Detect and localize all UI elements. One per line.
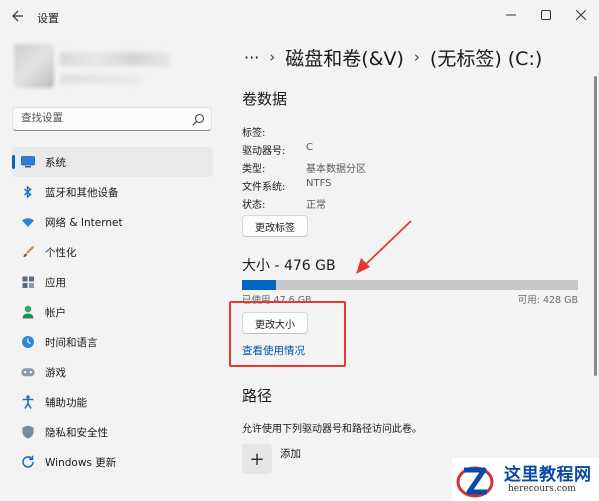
free-space-text: 可用: 428 GB bbox=[517, 295, 578, 306]
back-button[interactable] bbox=[8, 6, 28, 26]
user-email-blurred bbox=[60, 74, 140, 84]
gamepad-icon bbox=[21, 365, 35, 379]
path-section-title: 路径 bbox=[242, 387, 273, 405]
back-arrow-icon bbox=[12, 10, 23, 22]
sidebar-item-accounts[interactable]: 帐户 bbox=[12, 297, 213, 327]
filesystem-prop-label: 文件系统: bbox=[242, 182, 286, 193]
search-input[interactable] bbox=[21, 112, 191, 124]
type-prop-value: 基本数据分区 bbox=[306, 164, 366, 175]
breadcrumb-ellipsis[interactable]: ··· bbox=[244, 48, 259, 67]
drive-letter-prop-label: 驱动器号: bbox=[242, 146, 286, 157]
sidebar-item-label: 应用 bbox=[45, 276, 66, 289]
avatar[interactable] bbox=[14, 44, 54, 88]
status-prop-value: 正常 bbox=[306, 200, 326, 211]
wifi-icon bbox=[21, 215, 35, 229]
path-description: 允许使用下列驱动器号和路径访问此卷。 bbox=[242, 424, 422, 435]
globe-clock-icon bbox=[21, 335, 35, 349]
sidebar-item-network[interactable]: 网络 & Internet bbox=[12, 207, 213, 237]
watermark-subtitle: herecours.com bbox=[508, 484, 576, 494]
monitor-icon bbox=[21, 155, 35, 169]
label-prop-label: 标签: bbox=[242, 128, 266, 139]
page-title: (无标签) (C:) bbox=[429, 47, 543, 70]
add-path-label: 添加 bbox=[280, 448, 301, 460]
size-title: 大小 - 476 GB bbox=[242, 258, 336, 274]
sidebar-item-label: 网络 & Internet bbox=[45, 216, 123, 229]
sidebar-item-bluetooth[interactable]: 蓝牙和其他设备 bbox=[12, 177, 213, 207]
update-icon bbox=[21, 455, 35, 469]
watermark: 这里教程网 herecours.com bbox=[452, 458, 599, 501]
search-box[interactable] bbox=[12, 107, 212, 131]
watermark-title: 这里教程网 bbox=[504, 465, 592, 485]
sidebar-item-system[interactable]: 系统 bbox=[12, 147, 213, 177]
add-path-button[interactable]: + bbox=[242, 444, 272, 474]
bluetooth-icon bbox=[21, 185, 35, 199]
title-bar: 设置 bbox=[0, 0, 599, 32]
sidebar-item-accessibility[interactable]: 辅助功能 bbox=[12, 387, 213, 417]
maximize-icon bbox=[541, 10, 551, 20]
annotation-highlight-box bbox=[229, 301, 346, 367]
shield-icon bbox=[21, 425, 35, 439]
close-button[interactable] bbox=[570, 4, 592, 26]
minimize-button[interactable] bbox=[500, 4, 522, 26]
sidebar-item-label: 蓝牙和其他设备 bbox=[45, 186, 119, 199]
status-prop-label: 状态: bbox=[242, 200, 266, 211]
filesystem-prop-value: NTFS bbox=[306, 178, 332, 189]
drive-letter-prop-value: C bbox=[306, 142, 313, 153]
sidebar-item-windows-update[interactable]: Windows 更新 bbox=[12, 447, 213, 477]
plus-icon: + bbox=[249, 448, 265, 470]
sidebar-item-privacy[interactable]: 隐私和安全性 bbox=[12, 417, 213, 447]
sidebar: 系统 蓝牙和其他设备 网络 & Internet 个性化 应用 bbox=[0, 32, 226, 501]
nav-list: 系统 蓝牙和其他设备 网络 & Internet 个性化 应用 帐户 时间和语言… bbox=[12, 147, 213, 477]
breadcrumb-parent[interactable]: 磁盘和卷(&V) bbox=[285, 44, 404, 71]
sidebar-item-label: Windows 更新 bbox=[45, 456, 117, 469]
sidebar-item-personalization[interactable]: 个性化 bbox=[12, 237, 213, 267]
accessibility-icon bbox=[21, 395, 35, 409]
sidebar-item-label: 个性化 bbox=[45, 246, 77, 259]
sidebar-item-gaming[interactable]: 游戏 bbox=[12, 357, 213, 387]
usage-bar-fill bbox=[242, 280, 276, 290]
volume-section-title: 卷数据 bbox=[242, 90, 288, 108]
sidebar-item-label: 辅助功能 bbox=[45, 396, 87, 409]
brush-icon bbox=[21, 245, 35, 259]
chevron-right-icon: › bbox=[413, 48, 420, 66]
close-icon bbox=[576, 10, 586, 20]
sidebar-item-label: 帐户 bbox=[45, 306, 66, 319]
type-prop-label: 类型: bbox=[242, 164, 266, 175]
breadcrumb: ··· › 磁盘和卷(&V) › (无标签) (C:) bbox=[244, 42, 542, 72]
change-label-button[interactable]: 更改标签 bbox=[242, 215, 308, 237]
scrollbar[interactable] bbox=[594, 76, 597, 376]
sidebar-item-time-language[interactable]: 时间和语言 bbox=[12, 327, 213, 357]
app-title: 设置 bbox=[37, 12, 59, 25]
usage-bar bbox=[242, 280, 578, 290]
main-content: ··· › 磁盘和卷(&V) › (无标签) (C:) 卷数据 标签: 驱动器号… bbox=[226, 32, 599, 501]
chevron-right-icon: › bbox=[269, 48, 276, 66]
sidebar-item-label: 游戏 bbox=[45, 366, 66, 379]
maximize-button[interactable] bbox=[535, 4, 557, 26]
person-icon bbox=[21, 305, 35, 319]
sidebar-item-label: 隐私和安全性 bbox=[45, 426, 108, 439]
watermark-logo-icon bbox=[456, 466, 494, 498]
search-icon[interactable] bbox=[192, 113, 205, 126]
sidebar-item-label: 系统 bbox=[45, 156, 66, 169]
sidebar-item-label: 时间和语言 bbox=[45, 336, 98, 349]
user-name-blurred bbox=[60, 52, 170, 66]
apps-icon bbox=[21, 275, 35, 289]
sidebar-item-apps[interactable]: 应用 bbox=[12, 267, 213, 297]
minimize-icon bbox=[506, 14, 516, 16]
